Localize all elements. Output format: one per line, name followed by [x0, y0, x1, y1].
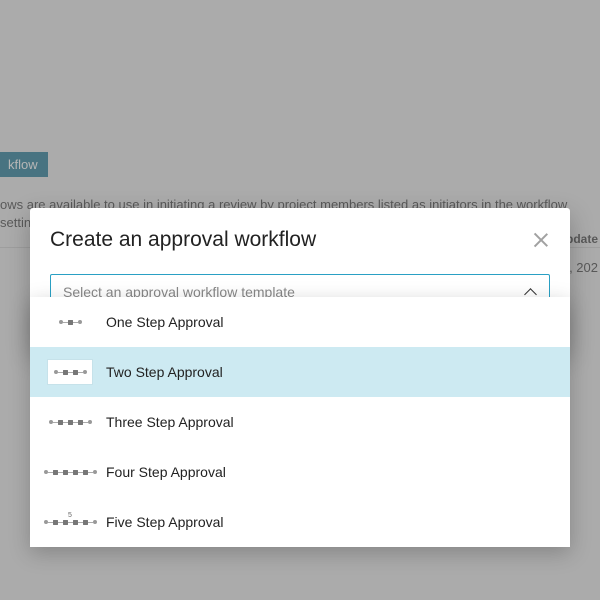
template-dropdown-list[interactable]: One Step Approval Two Step Approval Three …: [30, 297, 570, 547]
workflow-steps-icon: [48, 360, 92, 384]
close-icon[interactable]: [532, 231, 550, 249]
workflow-steps-icon: [48, 410, 92, 434]
template-option-label: Two Step Approval: [106, 364, 223, 380]
template-option[interactable]: 5 Five Step Approval: [30, 497, 570, 547]
template-option[interactable]: Four Step Approval: [30, 447, 570, 497]
template-option[interactable]: Three Step Approval: [30, 397, 570, 447]
workflow-steps-icon: [48, 460, 92, 484]
workflow-steps-icon: [48, 310, 92, 334]
template-option[interactable]: One Step Approval: [30, 297, 570, 347]
template-option-label: Four Step Approval: [106, 464, 226, 480]
workflow-steps-icon: 5: [48, 510, 92, 534]
modal-title: Create an approval workflow: [50, 228, 316, 252]
template-option-label: Three Step Approval: [106, 414, 234, 430]
template-option-label: Five Step Approval: [106, 514, 224, 530]
template-option[interactable]: Two Step Approval: [30, 347, 570, 397]
template-option-label: One Step Approval: [106, 314, 224, 330]
template-dropdown: One Step Approval Two Step Approval Three …: [30, 297, 570, 547]
